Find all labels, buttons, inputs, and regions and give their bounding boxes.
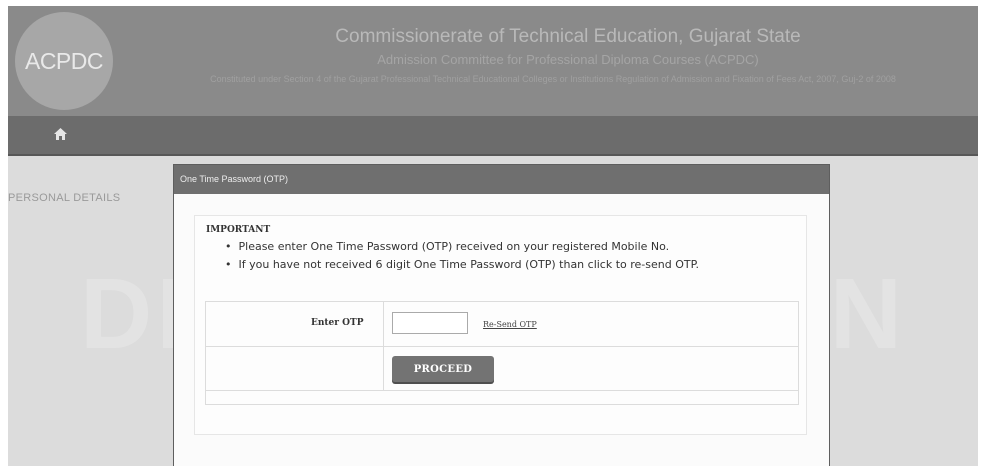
dialog-title: One Time Password (OTP) [174,165,829,194]
site-title: Commissionerate of Technical Education, … [335,26,801,47]
page-frame: ACPDC Commissionerate of Technical Educa… [8,6,978,466]
nav-bar [8,116,978,156]
otp-dialog: One Time Password (OTP) IMPORTANT Please… [173,164,830,466]
instruction-item: Please enter One Time Password (OTP) rec… [225,238,699,256]
constitution-note: Constituted under Section 4 of the Gujar… [210,74,896,84]
table-divider [206,390,798,391]
home-icon[interactable] [54,128,67,140]
sidebar-item-personal-details[interactable]: PERSONAL DETAILS [8,192,120,204]
resend-otp-link[interactable]: Re-Send OTP [483,320,537,329]
proceed-button[interactable]: PROCEED [392,356,494,382]
important-label: IMPORTANT [206,225,271,235]
otp-label: Enter OTP [311,318,364,328]
acpdc-logo: ACPDC [15,12,113,110]
site-header: ACPDC Commissionerate of Technical Educa… [8,6,978,116]
otp-input[interactable] [392,312,468,334]
instruction-item: If you have not received 6 digit One Tim… [225,256,700,274]
instruction-list: Please enter One Time Password (OTP) rec… [225,238,700,274]
otp-panel: IMPORTANT Please enter One Time Password… [194,215,807,435]
table-divider [206,346,798,347]
site-subtitle: Admission Committee for Professional Dip… [377,52,759,67]
otp-form-table: Enter OTP Re-Send OTP PROCEED [205,301,799,405]
